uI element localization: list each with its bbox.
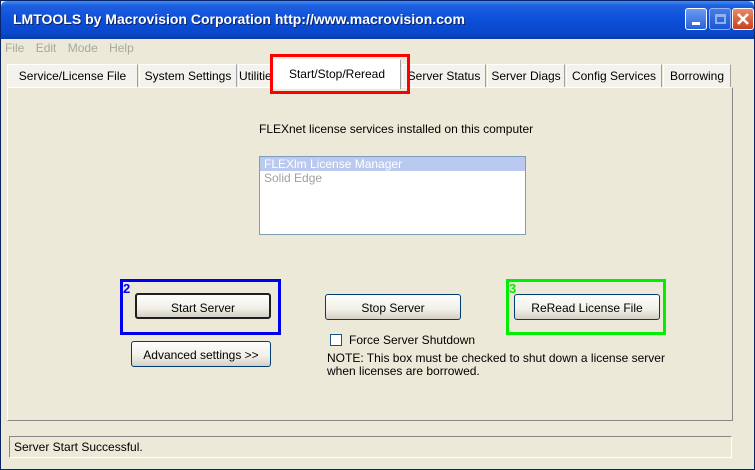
tab-utilities[interactable]: Utilities: [238, 64, 274, 88]
annotation-box-3: [506, 279, 666, 335]
list-item[interactable]: Solid Edge: [260, 171, 525, 185]
advanced-settings-button[interactable]: Advanced settings >>: [131, 341, 271, 367]
window-title: LMTOOLS by Macrovision Corporation http:…: [13, 11, 465, 27]
title-bar[interactable]: LMTOOLS by Macrovision Corporation http:…: [1, 1, 754, 39]
status-bar: Server Start Successful.: [9, 436, 732, 458]
force-shutdown-row: Force Server Shutdown: [330, 333, 475, 347]
installed-services-label: FLEXnet license services installed on th…: [259, 122, 534, 136]
stop-server-button[interactable]: Stop Server: [325, 294, 461, 320]
tab-server-diags[interactable]: Server Diags: [487, 64, 565, 88]
tab-config-services[interactable]: Config Services: [566, 64, 662, 88]
minimize-icon[interactable]: [685, 8, 707, 30]
tab-server-status[interactable]: Server Status: [402, 64, 486, 88]
tab-start-stop-reread[interactable]: Start/Stop/Reread: [273, 59, 401, 89]
annotation-box-2: [120, 279, 281, 335]
borrow-note: NOTE: This box must be checked to shut d…: [327, 351, 665, 378]
tab-strip: Service/License File System Settings Uti…: [7, 59, 733, 89]
menu-bar: File Edit Mode Help: [5, 41, 142, 57]
menu-edit[interactable]: Edit: [36, 41, 57, 55]
force-shutdown-checkbox[interactable]: [330, 334, 342, 346]
list-item[interactable]: FLEXlm License Manager: [260, 157, 525, 171]
tab-system-settings[interactable]: System Settings: [139, 64, 237, 88]
force-shutdown-label[interactable]: Force Server Shutdown: [349, 333, 475, 347]
annotation-label-3: 3: [509, 281, 517, 296]
lmtools-window: LMTOOLS by Macrovision Corporation http:…: [0, 0, 755, 470]
menu-file[interactable]: File: [5, 41, 24, 55]
menu-help[interactable]: Help: [109, 41, 134, 55]
service-list[interactable]: FLEXlm License Manager Solid Edge: [259, 156, 526, 235]
close-icon[interactable]: [732, 8, 754, 30]
annotation-label-2: 2: [123, 281, 131, 296]
tab-service-license-file[interactable]: Service/License File: [7, 64, 138, 88]
menu-mode[interactable]: Mode: [68, 41, 98, 55]
maximize-icon[interactable]: [709, 8, 731, 30]
tab-borrowing[interactable]: Borrowing: [663, 64, 731, 88]
